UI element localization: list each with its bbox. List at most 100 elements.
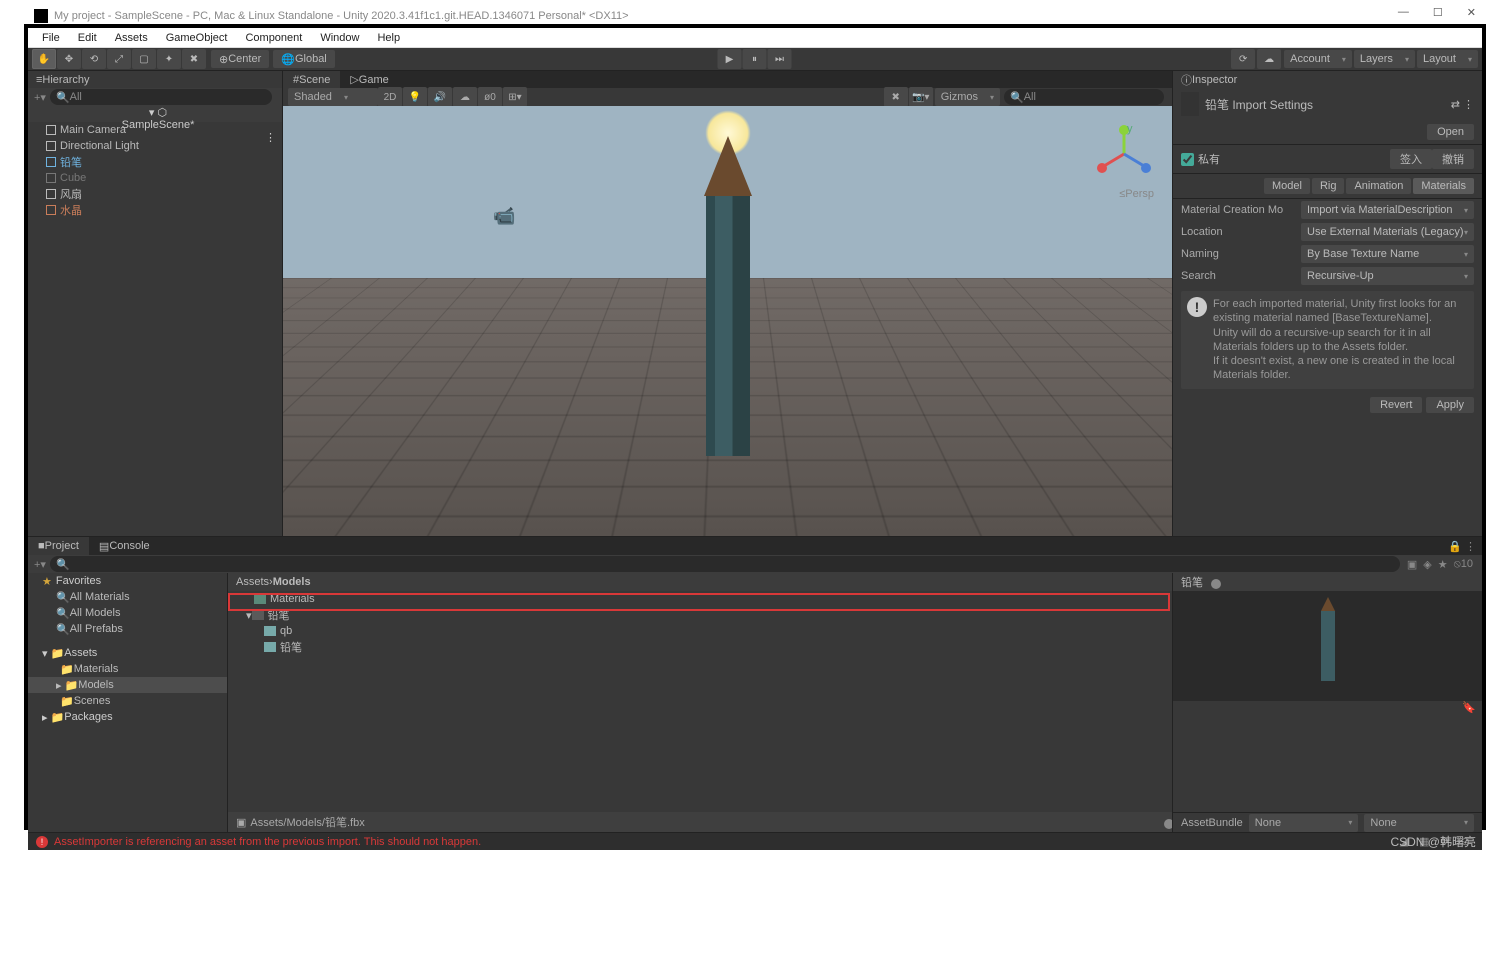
pause-button[interactable]: ⏸ bbox=[743, 49, 767, 69]
naming-dropdown[interactable]: By Base Texture Name bbox=[1301, 245, 1474, 263]
tab-animation[interactable]: Animation bbox=[1346, 178, 1411, 194]
custom-tool[interactable]: ✖ bbox=[182, 49, 206, 69]
fav-item[interactable]: 🔍 All Prefabs bbox=[28, 621, 227, 637]
project-search[interactable]: 🔍 bbox=[50, 556, 1400, 572]
revert-cn-button[interactable]: 撤销 bbox=[1432, 149, 1474, 169]
close-button[interactable]: ✕ bbox=[1467, 6, 1476, 19]
settings-icon[interactable]: ⇄ ⋮ bbox=[1451, 98, 1474, 111]
project-item[interactable]: qb bbox=[228, 623, 1172, 639]
tab-rig[interactable]: Rig bbox=[1312, 178, 1345, 194]
minimize-button[interactable]: — bbox=[1398, 6, 1409, 19]
account-dropdown[interactable]: Account bbox=[1284, 50, 1352, 68]
preview-canvas[interactable] bbox=[1173, 591, 1482, 701]
folder-item[interactable]: 📁 Materials bbox=[28, 661, 227, 677]
tools-icon[interactable]: ✖ bbox=[884, 87, 908, 107]
rect-tool[interactable]: ▢ bbox=[132, 49, 156, 69]
scene-row[interactable]: ▾ ⬡ SampleScene*⋮ bbox=[28, 106, 282, 122]
hierarchy-item[interactable]: Cube bbox=[28, 170, 282, 186]
hierarchy-tab[interactable]: ≡ Hierarchy bbox=[28, 70, 282, 88]
status-bar[interactable]: ! AssetImporter is referencing an asset … bbox=[28, 832, 1482, 850]
cloud-icon[interactable]: ☁ bbox=[1257, 49, 1281, 69]
search-dropdown[interactable]: Recursive-Up bbox=[1301, 267, 1474, 285]
pivot-toggle[interactable]: ⊕ Center bbox=[211, 50, 269, 68]
hidden-count[interactable]: ⦸10 bbox=[1454, 558, 1473, 571]
handle-toggle[interactable]: 🌐 Global bbox=[273, 50, 335, 68]
menu-assets[interactable]: Assets bbox=[107, 30, 156, 46]
hierarchy-item-selected[interactable]: 铅笔 bbox=[28, 154, 282, 170]
audio-icon[interactable]: 🔊 bbox=[428, 87, 452, 107]
menu-file[interactable]: File bbox=[34, 30, 68, 46]
perspective-label[interactable]: ≤Persp bbox=[1119, 188, 1154, 200]
scene-search[interactable]: 🔍 All bbox=[1004, 89, 1164, 105]
hierarchy-add[interactable]: +▾ bbox=[34, 91, 46, 104]
inspector-tab[interactable]: ⓘ Inspector bbox=[1173, 70, 1482, 88]
gizmos-dropdown[interactable]: Gizmos bbox=[935, 88, 1000, 106]
orientation-gizmo[interactable]: y bbox=[1094, 124, 1154, 184]
menu-window[interactable]: Window bbox=[312, 30, 367, 46]
filter-icon[interactable]: ◈ bbox=[1423, 558, 1431, 571]
menu-component[interactable]: Component bbox=[237, 30, 310, 46]
hierarchy-item[interactable]: 风扇 bbox=[28, 186, 282, 202]
tag-icon[interactable]: 🔖 bbox=[1462, 701, 1476, 714]
move-tool[interactable]: ✥ bbox=[57, 49, 81, 69]
folder-item[interactable]: 📁 Scenes bbox=[28, 693, 227, 709]
packages-folder[interactable]: ▸ 📁 Packages bbox=[28, 709, 227, 725]
assets-folder[interactable]: ▾ 📁 Assets bbox=[28, 645, 227, 661]
assetbundle-variant-dropdown[interactable]: None bbox=[1364, 814, 1474, 832]
open-button[interactable]: Open bbox=[1427, 124, 1474, 140]
project-item[interactable]: 铅笔 bbox=[228, 639, 1172, 655]
transform-tool[interactable]: ✦ bbox=[157, 49, 181, 69]
hierarchy-search[interactable]: 🔍 All bbox=[50, 89, 272, 105]
filter-icon[interactable]: ▣ bbox=[1407, 558, 1417, 571]
panel-lock-icon[interactable]: 🔒 ⋮ bbox=[1448, 540, 1476, 553]
hierarchy-item[interactable]: Directional Light bbox=[28, 138, 282, 154]
info-icon: ! bbox=[1187, 297, 1207, 317]
scene-viewport[interactable]: y ≤Persp 📹 bbox=[283, 106, 1172, 536]
tab-model[interactable]: Model bbox=[1264, 178, 1310, 194]
hierarchy-item[interactable]: 水晶 bbox=[28, 202, 282, 218]
lighting-icon[interactable]: 💡 bbox=[403, 87, 427, 107]
maximize-button[interactable]: ☐ bbox=[1433, 6, 1443, 19]
favorite-filter-icon[interactable]: ★ bbox=[1438, 558, 1448, 571]
apply-button[interactable]: Apply bbox=[1426, 397, 1474, 413]
assetbundle-dropdown[interactable]: None bbox=[1249, 814, 1359, 832]
error-icon: ! bbox=[36, 836, 48, 848]
hand-tool[interactable]: ✋ bbox=[32, 49, 56, 69]
folder-item-selected[interactable]: ▸ 📁 Models bbox=[28, 677, 227, 693]
revert-button[interactable]: Revert bbox=[1370, 397, 1422, 413]
fav-item[interactable]: 🔍 All Models bbox=[28, 605, 227, 621]
menu-gameobject[interactable]: GameObject bbox=[158, 30, 236, 46]
scale-tool[interactable]: ⤢ bbox=[107, 49, 131, 69]
scene-tab[interactable]: # Scene bbox=[283, 71, 340, 89]
menu-edit[interactable]: Edit bbox=[70, 30, 105, 46]
layout-dropdown[interactable]: Layout bbox=[1417, 50, 1478, 68]
camera-icon[interactable]: 📷▾ bbox=[909, 87, 933, 107]
collab-icon[interactable]: ⟳ bbox=[1231, 49, 1255, 69]
checkin-button[interactable]: 签入 bbox=[1390, 149, 1432, 169]
grid-icon[interactable]: ⊞▾ bbox=[503, 87, 527, 107]
breadcrumb[interactable]: Assets › Models bbox=[228, 573, 1172, 591]
step-button[interactable]: ⏭ bbox=[768, 49, 792, 69]
project-add[interactable]: +▾ bbox=[34, 558, 46, 571]
play-button[interactable]: ▶ bbox=[718, 49, 742, 69]
layers-dropdown[interactable]: Layers bbox=[1354, 50, 1415, 68]
mode-2d[interactable]: 2D bbox=[378, 87, 402, 107]
material-mode-dropdown[interactable]: Import via MaterialDescription bbox=[1301, 201, 1474, 219]
console-tab[interactable]: ▤ Console bbox=[89, 537, 160, 555]
camera-gizmo-icon: 📹 bbox=[493, 206, 515, 227]
project-item-model[interactable]: ▾ 铅笔 bbox=[228, 607, 1172, 623]
tab-materials[interactable]: Materials bbox=[1413, 178, 1474, 194]
private-checkbox[interactable] bbox=[1181, 153, 1194, 166]
project-tab[interactable]: ■ Project bbox=[28, 537, 89, 555]
rotate-tool[interactable]: ⟲ bbox=[82, 49, 106, 69]
shading-dropdown[interactable]: Shaded bbox=[288, 88, 378, 106]
favorites-header[interactable]: Favorites bbox=[28, 573, 227, 589]
hidden-icon[interactable]: ø0 bbox=[478, 87, 502, 107]
fx-icon[interactable]: ☁ bbox=[453, 87, 477, 107]
menu-help[interactable]: Help bbox=[369, 30, 408, 46]
game-tab[interactable]: ▷ Game bbox=[340, 71, 398, 89]
pencil-model[interactable] bbox=[704, 136, 752, 456]
fav-item[interactable]: 🔍 All Materials bbox=[28, 589, 227, 605]
location-dropdown[interactable]: Use External Materials (Legacy) bbox=[1301, 223, 1474, 241]
project-item-folder[interactable]: Materials bbox=[228, 591, 1172, 607]
